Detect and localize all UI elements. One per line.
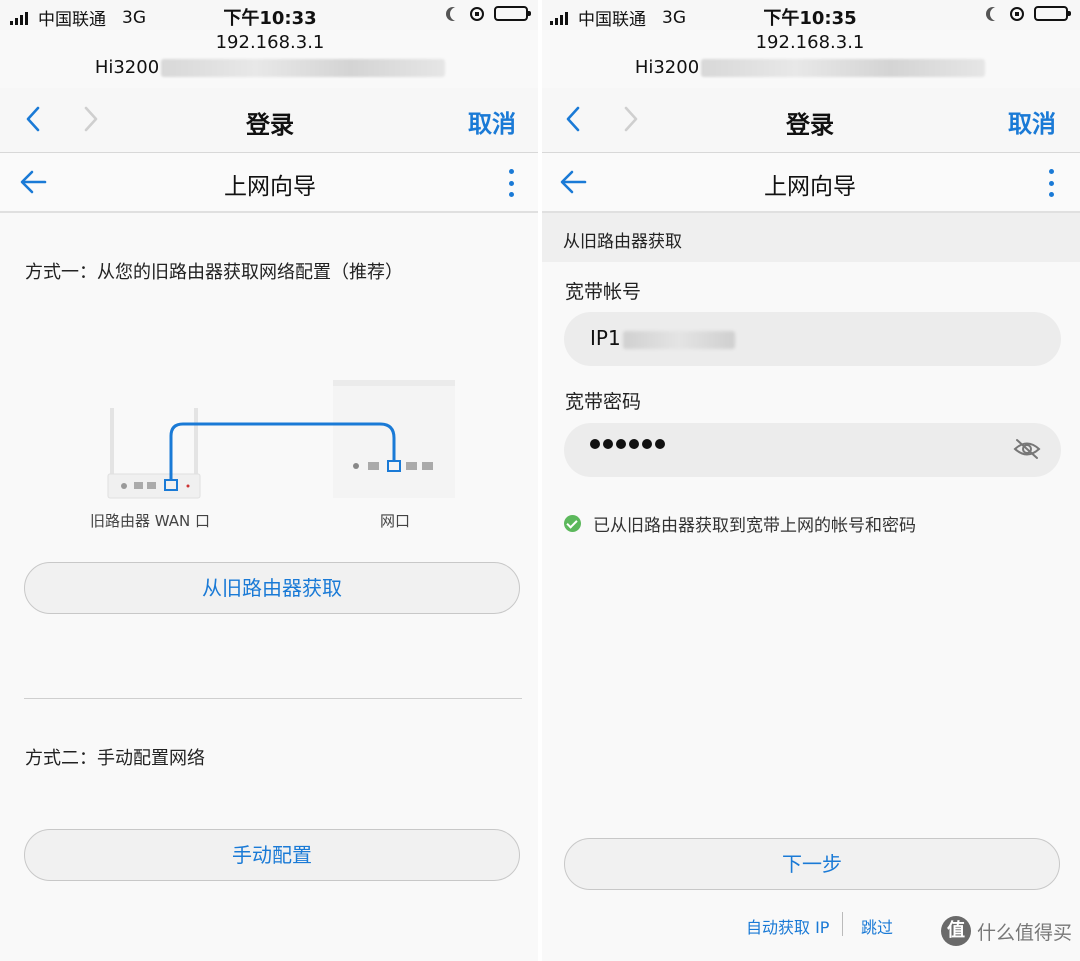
status-bar: 中国联通 3G 下午10:33 — [0, 0, 540, 30]
account-label: 宽带帐号 — [565, 281, 642, 303]
moon-icon — [450, 7, 464, 21]
success-text: 已从旧路由器获取到宽带上网的帐号和密码 — [593, 516, 916, 536]
rotation-lock-icon — [1010, 6, 1024, 21]
cancel-button[interactable]: 取消 — [1008, 104, 1056, 139]
password-dot — [616, 439, 626, 449]
browser-ssid: Hi3200 — [540, 57, 1080, 78]
old-router-wan-label: 旧路由器 WAN 口 — [90, 512, 211, 530]
browser-navbar: 登录 取消 — [540, 88, 1080, 153]
password-dot — [590, 439, 600, 449]
method1-label: 方式一：从您的旧路由器获取网络配置（推荐） — [25, 262, 403, 283]
manual-config-button[interactable]: 手动配置 — [24, 829, 520, 881]
password-dot — [629, 439, 639, 449]
password-input[interactable] — [564, 423, 1061, 477]
auto-ip-link[interactable]: 自动获取 IP — [746, 914, 829, 938]
password-dot — [603, 439, 613, 449]
status-icons — [446, 6, 531, 21]
browser-navbar: 登录 取消 — [0, 88, 540, 153]
app-bar: 上网向导 — [540, 153, 1080, 213]
account-input[interactable]: IP1 — [564, 312, 1061, 366]
browser-ssid: Hi3200 — [0, 57, 540, 78]
panel-divider — [538, 0, 542, 961]
browser-address: 192.168.3.1 — [755, 32, 865, 53]
password-dot — [655, 439, 665, 449]
more-menu-icon[interactable] — [1048, 169, 1054, 197]
password-dot — [642, 439, 652, 449]
status-bar: 中国联通 3G 下午10:35 — [540, 0, 1080, 30]
get-from-old-router-button[interactable]: 从旧路由器获取 — [24, 562, 520, 614]
ssid-prefix: Hi3200 — [634, 57, 700, 78]
next-button[interactable]: 下一步 — [564, 838, 1060, 890]
section-header: 从旧路由器获取 — [540, 213, 1080, 262]
app-bar: 上网向导 — [0, 153, 540, 213]
moon-icon — [990, 7, 1004, 21]
battery-icon — [1034, 6, 1071, 21]
method2-label: 方式二：手动配置网络 — [25, 748, 205, 769]
ssid-redacted — [161, 59, 446, 77]
page-title: 上网向导 — [764, 174, 856, 200]
browser-title: 登录 — [246, 111, 294, 139]
section-title: 从旧路由器获取 — [563, 232, 682, 252]
account-redacted — [622, 330, 735, 349]
divider — [24, 698, 522, 699]
right-screen: 中国联通 3G 下午10:35 192.168.3.1 Hi3200 登录 取消… — [540, 0, 1080, 961]
skip-link[interactable]: 跳过 — [861, 914, 893, 938]
account-value: IP1 — [590, 326, 735, 350]
check-circle-icon — [564, 515, 581, 532]
status-icons — [986, 6, 1071, 21]
browser-title: 登录 — [786, 111, 834, 139]
eye-off-icon[interactable] — [1013, 437, 1041, 461]
password-mask — [590, 439, 665, 449]
page-title: 上网向导 — [224, 174, 316, 200]
watermark-logo-icon: 值 — [940, 916, 971, 946]
link-separator — [842, 912, 843, 936]
more-menu-icon[interactable] — [508, 169, 514, 197]
ssid-prefix: Hi3200 — [94, 57, 160, 78]
password-label: 宽带密码 — [565, 391, 642, 413]
battery-icon — [494, 6, 531, 21]
left-screen: 中国联通 3G 下午10:33 192.168.3.1 Hi3200 登录 取消… — [0, 0, 540, 961]
browser-address: 192.168.3.1 — [215, 32, 325, 53]
old-router-image — [107, 408, 201, 499]
cancel-button[interactable]: 取消 — [468, 104, 516, 139]
watermark-text: 什么值得买 — [976, 921, 1072, 944]
watermark: 值 什么值得买 — [940, 916, 1072, 946]
ssid-redacted — [701, 59, 986, 77]
rotation-lock-icon — [470, 6, 484, 21]
lan-port-label: 网口 — [380, 512, 411, 530]
success-message: 已从旧路由器获取到宽带上网的帐号和密码 — [564, 511, 916, 536]
